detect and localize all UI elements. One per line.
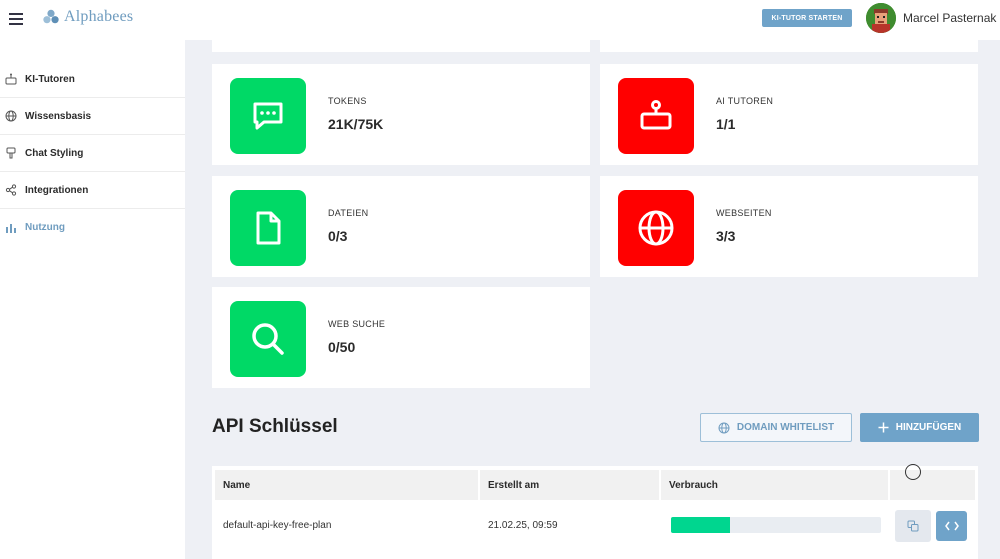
api-keys-table: Name Erstellt am Verbrauch default-api-k… [212, 466, 978, 559]
api-key-name: default-api-key-free-plan [223, 519, 332, 531]
usage-progress-fill [671, 517, 730, 533]
globe-icon [5, 110, 17, 122]
add-api-key-button[interactable]: HINZUFÜGEN [860, 413, 979, 442]
embed-code-button[interactable] [936, 511, 967, 541]
stat-label: DATEIEN [328, 208, 369, 218]
stat-value: 1/1 [716, 116, 736, 132]
globe-icon [718, 422, 730, 433]
stat-value: 0/50 [328, 339, 356, 355]
logo-text: Alphabees [64, 8, 134, 25]
user-name[interactable]: Marcel Pasternak [903, 11, 996, 25]
stat-card-ai-tutors: AI TUTOREN 1/1 [600, 64, 978, 165]
copy-icon [907, 520, 919, 532]
logo[interactable]: Alphabees [42, 8, 133, 26]
avatar[interactable] [866, 3, 896, 33]
api-keys-title: API Schlüssel [212, 416, 338, 437]
top-bar: Alphabees KI-TUTOR STARTEN Marcel Paster… [0, 0, 1000, 40]
add-api-key-label: HINZUFÜGEN [895, 422, 962, 433]
api-key-created: 21.02.25, 09:59 [488, 519, 558, 531]
copy-key-button[interactable] [895, 510, 931, 542]
brush-icon [6, 147, 16, 159]
stat-label: AI TUTOREN [716, 96, 774, 106]
stat-card-websites: WEBSEITEN 3/3 [600, 176, 978, 277]
stat-value: 21K/75K [328, 116, 384, 132]
sidebar-item-label: Integrationen [25, 184, 89, 196]
chat-icon [230, 78, 306, 154]
bar-chart-icon [6, 223, 16, 233]
sidebar-item-nutzung[interactable]: Nutzung [0, 209, 185, 246]
mouse-cursor [905, 464, 921, 480]
robot-icon [5, 73, 17, 85]
stat-value: 0/3 [328, 228, 348, 244]
domain-whitelist-label: DOMAIN WHITELIST [736, 422, 835, 433]
stat-label: TOKENS [328, 96, 367, 106]
sidebar: KI-Tutoren Wissensbasis Chat Styling Int… [0, 40, 185, 559]
start-tutor-button[interactable]: KI-TUTOR STARTEN [762, 9, 852, 27]
main-content: TOKENS 21K/75K AI TUTOREN 1/1 DATEIEN 0/… [185, 40, 1000, 559]
domain-whitelist-button[interactable]: DOMAIN WHITELIST [700, 413, 852, 442]
partial-card [600, 40, 978, 52]
hamburger-menu-icon[interactable] [8, 10, 26, 28]
sidebar-item-ki-tutoren[interactable]: KI-Tutoren [0, 61, 185, 98]
robot-icon [618, 78, 694, 154]
column-header-name[interactable]: Name [215, 470, 480, 500]
sidebar-item-wissensbasis[interactable]: Wissensbasis [0, 98, 185, 135]
stat-card-files: DATEIEN 0/3 [212, 176, 590, 277]
stat-card-web-search: WEB SUCHE 0/50 [212, 287, 590, 388]
sidebar-item-label: KI-Tutoren [25, 73, 75, 85]
bee-logo-icon [43, 9, 59, 24]
column-header-actions [890, 470, 975, 500]
globe-icon [618, 190, 694, 266]
file-icon [230, 190, 306, 266]
column-header-created[interactable]: Erstellt am [480, 470, 661, 500]
search-icon [230, 301, 306, 377]
plus-icon [878, 422, 889, 433]
sidebar-item-label: Nutzung [25, 222, 65, 233]
code-icon [944, 521, 959, 531]
stat-value: 3/3 [716, 228, 736, 244]
sidebar-item-integrationen[interactable]: Integrationen [0, 172, 185, 209]
sidebar-item-chat-styling[interactable]: Chat Styling [0, 135, 185, 172]
usage-progress-bar [671, 517, 881, 533]
table-header: Name Erstellt am Verbrauch [215, 470, 975, 500]
share-icon [5, 184, 17, 196]
sidebar-item-label: Chat Styling [25, 147, 84, 159]
stat-label: WEBSEITEN [716, 208, 772, 218]
stat-card-tokens: TOKENS 21K/75K [212, 64, 590, 165]
stat-label: WEB SUCHE [328, 319, 386, 329]
sidebar-item-label: Wissensbasis [25, 110, 92, 122]
partial-card [212, 40, 590, 52]
column-header-usage[interactable]: Verbrauch [661, 470, 890, 500]
